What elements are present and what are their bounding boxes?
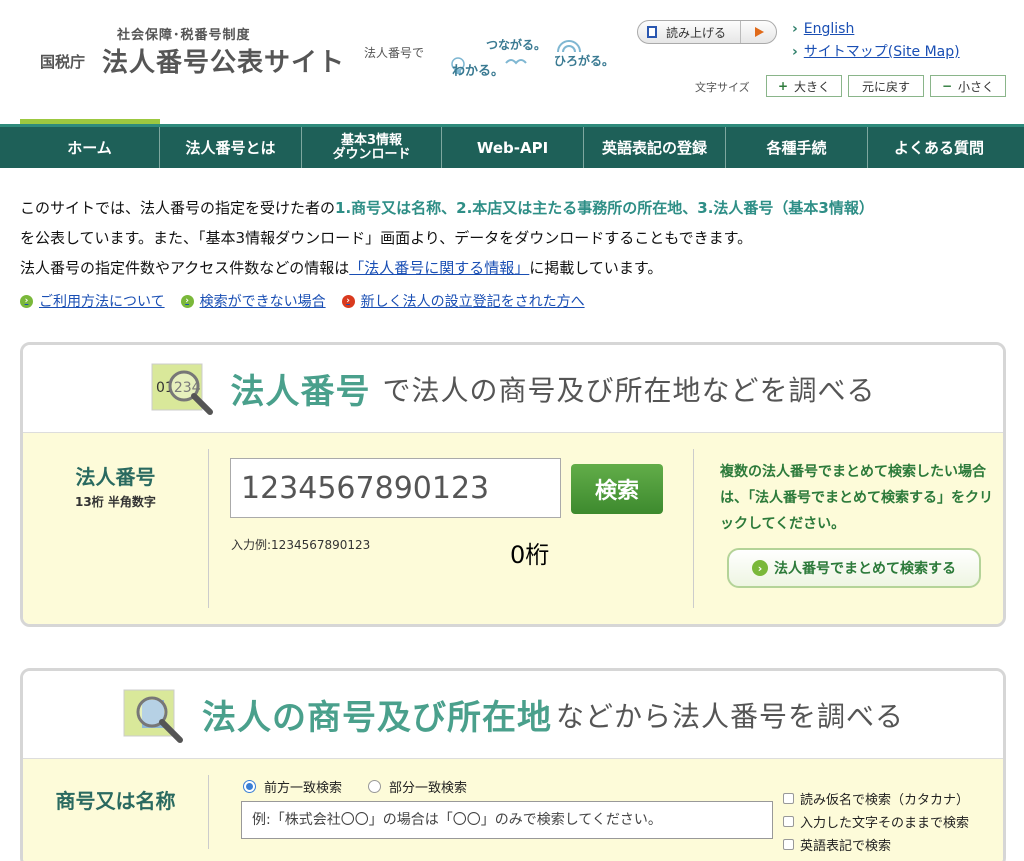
match-mode-group: 前方一致検索 部分一致検索	[243, 777, 493, 796]
read-aloud-button[interactable]: 読み上げる	[637, 20, 777, 44]
name-search-body: 商号又は名称 前方一致検索 部分一致検索 読み仮名で検索（カタカナ） 入力した文…	[23, 759, 1003, 861]
help-links: › ご利用方法について › 検索ができない場合 › 新しく法人の設立登記をされた…	[20, 291, 601, 311]
arrow-icon: ›	[752, 560, 768, 576]
search-options: 読み仮名で検索（カタカナ） 入力した文字そのままで検索 英語表記で検索	[783, 787, 969, 856]
number-search-panel: 01234 法人番号 で法人の商号及び所在地などを調べる 法人番号 13桁 半角…	[20, 342, 1006, 627]
building-magnifier-icon	[123, 689, 183, 743]
name-search-header: 法人の商号及び所在地 などから法人番号を調べる	[23, 671, 1003, 759]
logo-agency: 国税庁	[40, 53, 86, 71]
intro-p1-a: このサイトでは、法人番号の指定を受けた者の	[20, 199, 336, 217]
play-icon	[740, 21, 776, 43]
cannot-search-link[interactable]: › 検索ができない場合	[180, 291, 326, 311]
font-smaller-label: 小さく	[958, 79, 995, 94]
nav-english-registration[interactable]: 英語表記の登録	[584, 127, 726, 168]
minus-icon: −	[941, 79, 953, 93]
english-search-checkbox[interactable]: 英語表記で検索	[783, 833, 969, 856]
intro-p1-highlight: 1.商号又は名称、2.本店又は主たる事務所の所在地、3.法人番号（基本3情報）	[335, 199, 874, 217]
nav-download[interactable]: 基本3情報 ダウンロード	[302, 127, 442, 168]
number-magnifier-icon: 01234	[151, 363, 214, 415]
usage-link[interactable]: › ご利用方法について	[20, 291, 165, 311]
nav-home[interactable]: ホーム	[20, 127, 160, 168]
digit-counter: 0桁	[510, 541, 550, 569]
nav-download-line2: ダウンロード	[332, 146, 411, 162]
corporate-info-link[interactable]: 「法人番号に関する情報」	[349, 259, 529, 277]
arrow-icon: ›	[20, 294, 33, 308]
cannot-search-link-label: 検索ができない場合	[199, 294, 326, 310]
exact-text-checkbox[interactable]: 入力した文字そのままで検索	[783, 810, 969, 833]
bird-icon	[505, 59, 527, 65]
name-search-title-rest: などから法人番号を調べる	[555, 699, 904, 733]
site-logo[interactable]: 法人番号公表サイト	[102, 42, 345, 79]
intro-text: このサイトでは、法人番号の指定を受けた者の1.商号又は名称、2.本店又は主たる事…	[20, 193, 1010, 283]
batch-search-note: 複数の法人番号でまとめて検索したい場合は、「法人番号でまとめて検索する」をクリッ…	[720, 464, 993, 532]
input-example: 入力例:1234567890123	[231, 538, 371, 552]
nav-faq[interactable]: よくある質問	[868, 127, 1010, 168]
partial-match-radio[interactable]: 部分一致検索	[368, 777, 467, 796]
header-links: English サイトマップ(Site Map)	[792, 21, 960, 65]
font-larger-button[interactable]: + 大きく	[766, 75, 842, 97]
radio-unselected-icon	[368, 780, 382, 793]
arrow-icon: ›	[180, 294, 194, 308]
number-search-title-rest: で法人の商号及び所在地などを調べる	[382, 373, 876, 407]
company-name-input[interactable]	[241, 801, 773, 839]
partial-match-label: 部分一致検索	[389, 781, 468, 796]
slogan-tsunagaru: つながる。	[486, 38, 547, 52]
company-name-label: 商号又は名称	[55, 789, 176, 813]
batch-search-button[interactable]: › 法人番号でまとめて検索する	[727, 548, 981, 588]
prefix-match-label: 前方一致検索	[264, 781, 343, 796]
font-size-label: 文字サイズ	[695, 81, 750, 94]
slogan: 法人番号で わかる。 つながる。 ひろがる。	[364, 36, 615, 79]
divider	[208, 775, 209, 849]
kana-search-label: 読み仮名で検索（カタカナ）	[800, 793, 970, 808]
slogan-hirogaru: ひろがる。	[554, 54, 615, 68]
english-link[interactable]: English	[792, 21, 960, 37]
divider	[208, 449, 209, 608]
batch-search-label: 法人番号でまとめて検索する	[774, 561, 956, 577]
font-reset-button[interactable]: 元に戻す	[848, 75, 924, 97]
nav-procedures[interactable]: 各種手続	[726, 127, 868, 168]
new-corporation-link[interactable]: › 新しく法人の設立登記をされた方へ	[341, 291, 585, 311]
kana-search-checkbox[interactable]: 読み仮名で検索（カタカナ）	[783, 787, 969, 810]
divider	[693, 449, 694, 608]
nav-web-api[interactable]: Web-API	[442, 127, 584, 168]
corporate-number-hint: 13桁 半角数字	[75, 495, 156, 509]
checkbox-icon	[783, 816, 794, 827]
number-search-body: 法人番号 13桁 半角数字 検索 入力例:1234567890123 0桁 複数…	[23, 433, 1003, 624]
read-aloud-label: 読み上げる	[666, 25, 727, 40]
sitemap-link[interactable]: サイトマップ(Site Map)	[792, 41, 960, 61]
checkbox-icon	[783, 839, 794, 850]
name-search-panel: 法人の商号及び所在地 などから法人番号を調べる 商号又は名称 前方一致検索 部分…	[20, 668, 1006, 861]
font-reset-label: 元に戻す	[861, 79, 910, 94]
intro-p2-b: に掲載しています。	[529, 259, 663, 277]
speaker-icon	[647, 26, 657, 38]
english-search-label: 英語表記で検索	[800, 839, 892, 854]
font-smaller-button[interactable]: − 小さく	[930, 75, 1006, 97]
plus-icon: +	[777, 79, 789, 93]
usage-link-label: ご利用方法について	[39, 294, 165, 310]
logo-subtitle: 社会保障･税番号制度	[117, 28, 251, 43]
checkbox-icon	[783, 793, 794, 804]
slogan-prefix: 法人番号で	[364, 46, 425, 60]
intro-p1-b: を公表しています。また、「基本3情報ダウンロード」画面より、データをダウンロード…	[20, 229, 753, 247]
slogan-wakaru: わかる。	[452, 64, 505, 79]
new-corporation-link-label: 新しく法人の設立登記をされた方へ	[360, 294, 585, 310]
wave-icon	[557, 40, 581, 53]
number-search-title-big: 法人番号	[230, 372, 371, 412]
font-larger-label: 大きく	[794, 79, 831, 94]
intro-p2-a: 法人番号の指定件数やアクセス件数などの情報は	[20, 259, 350, 277]
prefix-match-radio[interactable]: 前方一致検索	[243, 777, 342, 796]
nav-about[interactable]: 法人番号とは	[160, 127, 302, 168]
search-button[interactable]: 検索	[571, 464, 663, 514]
main-nav: ホーム 法人番号とは 基本3情報 ダウンロード Web-API 英語表記の登録 …	[0, 124, 1024, 168]
radio-selected-icon	[243, 780, 256, 793]
nav-download-line1: 基本3情報	[340, 132, 403, 148]
number-search-header: 01234 法人番号 で法人の商号及び所在地などを調べる	[23, 345, 1003, 433]
corporate-number-label: 法人番号	[75, 465, 156, 489]
corporate-number-input[interactable]	[230, 458, 561, 518]
name-search-title-big: 法人の商号及び所在地	[201, 698, 552, 738]
exact-text-label: 入力した文字そのままで検索	[800, 816, 970, 831]
site-header: 社会保障･税番号制度 国税庁 法人番号公表サイト 法人番号で わかる。 つながる…	[0, 0, 1024, 124]
arrow-icon: ›	[341, 294, 355, 308]
